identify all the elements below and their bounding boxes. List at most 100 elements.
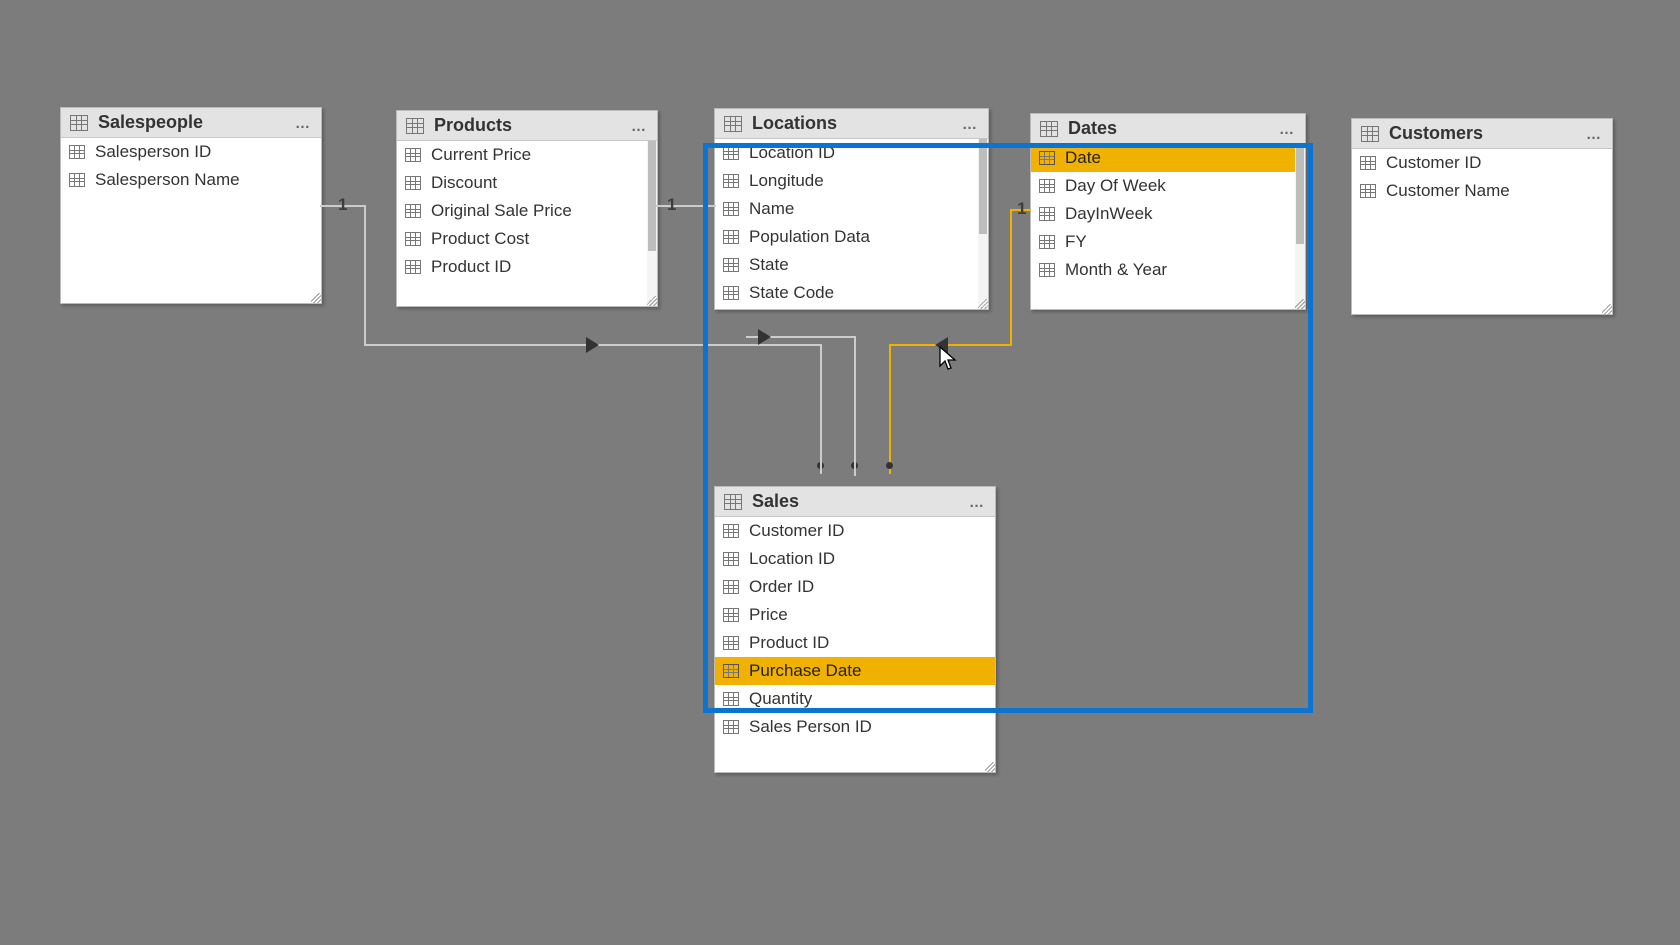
field-label: Customer ID xyxy=(1386,153,1481,173)
field-row[interactable]: Current Price xyxy=(397,141,657,169)
table-dates[interactable]: Dates … Date Day Of Week DayInWeek FY Mo… xyxy=(1030,113,1306,310)
field-row[interactable]: Original Sale Price xyxy=(397,197,657,225)
arrow-left-icon xyxy=(935,337,948,353)
field-row[interactable]: Population Data xyxy=(715,223,988,251)
table-header[interactable]: Locations … xyxy=(715,109,988,139)
relationship-line[interactable] xyxy=(364,207,366,346)
relationship-line-active[interactable] xyxy=(889,344,1012,346)
field-row[interactable]: Location ID xyxy=(715,545,995,573)
field-label: Original Sale Price xyxy=(431,201,572,221)
scrollbar-thumb[interactable] xyxy=(1296,144,1304,244)
field-row[interactable]: Location ID xyxy=(715,139,988,167)
resize-grip[interactable] xyxy=(311,293,321,303)
field-row[interactable]: Customer Name xyxy=(1352,177,1612,205)
more-icon[interactable]: … xyxy=(969,494,987,511)
scrollbar-thumb[interactable] xyxy=(979,139,987,234)
resize-grip[interactable] xyxy=(647,296,657,306)
table-header[interactable]: Sales … xyxy=(715,487,995,517)
relationship-line-active[interactable] xyxy=(889,344,891,474)
relationship-line-active[interactable] xyxy=(1010,211,1012,346)
field-icon xyxy=(723,230,739,244)
field-row[interactable]: State xyxy=(715,251,988,279)
field-icon xyxy=(723,636,739,650)
field-label: Population Data xyxy=(749,227,870,247)
field-row[interactable]: Salesperson Name xyxy=(61,166,321,194)
field-label: Price xyxy=(749,605,788,625)
table-products[interactable]: Products … Current Price Discount Origin… xyxy=(396,110,658,307)
field-label: Month & Year xyxy=(1065,260,1167,280)
more-icon[interactable]: … xyxy=(1586,126,1604,143)
field-icon xyxy=(723,580,739,594)
field-row[interactable]: Customer ID xyxy=(1352,149,1612,177)
table-body: Date Day Of Week DayInWeek FY Month & Ye… xyxy=(1031,144,1305,309)
table-icon xyxy=(724,494,742,510)
field-row[interactable]: Price xyxy=(715,601,995,629)
field-icon xyxy=(723,202,739,216)
field-label: Name xyxy=(749,199,794,219)
resize-grip[interactable] xyxy=(1602,304,1612,314)
field-icon xyxy=(1360,156,1376,170)
field-icon xyxy=(723,692,739,706)
field-label: Salesperson Name xyxy=(95,170,240,190)
field-row-highlighted[interactable]: Purchase Date xyxy=(715,657,995,685)
field-icon xyxy=(723,286,739,300)
field-icon xyxy=(405,204,421,218)
field-row[interactable]: Day Of Week xyxy=(1031,172,1305,200)
cardinality-many-icon xyxy=(886,462,893,469)
table-header[interactable]: Salespeople … xyxy=(61,108,321,138)
resize-grip[interactable] xyxy=(985,762,995,772)
field-label: State Code xyxy=(749,283,834,303)
table-title: Customers xyxy=(1389,123,1612,144)
field-row[interactable]: Name xyxy=(715,195,988,223)
field-row[interactable]: Month & Year xyxy=(1031,256,1305,284)
field-icon xyxy=(69,145,85,159)
more-icon[interactable]: … xyxy=(295,115,313,132)
field-label: Salesperson ID xyxy=(95,142,211,162)
arrow-right-icon xyxy=(758,329,771,345)
table-header[interactable]: Customers … xyxy=(1352,119,1612,149)
table-title: Salespeople xyxy=(98,112,321,133)
field-row[interactable]: Order ID xyxy=(715,573,995,601)
field-row[interactable]: FY xyxy=(1031,228,1305,256)
relationship-line[interactable] xyxy=(656,205,716,207)
field-row[interactable]: State Code xyxy=(715,279,988,307)
field-label: Customer ID xyxy=(749,521,844,541)
field-row[interactable]: Product ID xyxy=(397,253,657,281)
table-customers[interactable]: Customers … Customer ID Customer Name xyxy=(1351,118,1613,315)
more-icon[interactable]: … xyxy=(1279,121,1297,138)
field-row[interactable]: DayInWeek xyxy=(1031,200,1305,228)
field-row[interactable]: Salesperson ID xyxy=(61,138,321,166)
field-icon xyxy=(723,524,739,538)
table-header[interactable]: Products … xyxy=(397,111,657,141)
field-icon xyxy=(723,664,739,678)
field-row[interactable]: Quantity xyxy=(715,685,995,713)
table-icon xyxy=(1361,126,1379,142)
field-icon xyxy=(723,552,739,566)
field-icon xyxy=(1039,235,1055,249)
field-row[interactable]: Longitude xyxy=(715,167,988,195)
field-icon xyxy=(1039,151,1055,165)
table-title: Products xyxy=(434,115,657,136)
model-diagram-canvas[interactable]: { "tables":{ "salespeople":{ "title":"Sa… xyxy=(0,0,1680,945)
field-row[interactable]: Product Cost xyxy=(397,225,657,253)
table-sales[interactable]: Sales … Customer ID Location ID Order ID… xyxy=(714,486,996,773)
table-locations[interactable]: Locations … Location ID Longitude Name P… xyxy=(714,108,989,310)
scrollbar-thumb[interactable] xyxy=(648,141,656,251)
table-salespeople[interactable]: Salespeople … Salesperson ID Salesperson… xyxy=(60,107,322,304)
table-body: Salesperson ID Salesperson Name xyxy=(61,138,321,303)
field-icon xyxy=(723,720,739,734)
field-row-highlighted[interactable]: Date xyxy=(1031,144,1305,172)
table-title: Dates xyxy=(1068,118,1305,139)
more-icon[interactable]: … xyxy=(962,116,980,133)
field-row[interactable]: Sales Person ID xyxy=(715,713,995,741)
more-icon[interactable]: … xyxy=(631,118,649,135)
table-header[interactable]: Dates … xyxy=(1031,114,1305,144)
field-row[interactable]: Discount xyxy=(397,169,657,197)
resize-grip[interactable] xyxy=(1295,299,1305,309)
resize-grip[interactable] xyxy=(978,299,988,309)
field-icon xyxy=(723,608,739,622)
field-row[interactable]: Customer ID xyxy=(715,517,995,545)
field-label: Day Of Week xyxy=(1065,176,1166,196)
field-row[interactable]: Product ID xyxy=(715,629,995,657)
field-label: State xyxy=(749,255,789,275)
